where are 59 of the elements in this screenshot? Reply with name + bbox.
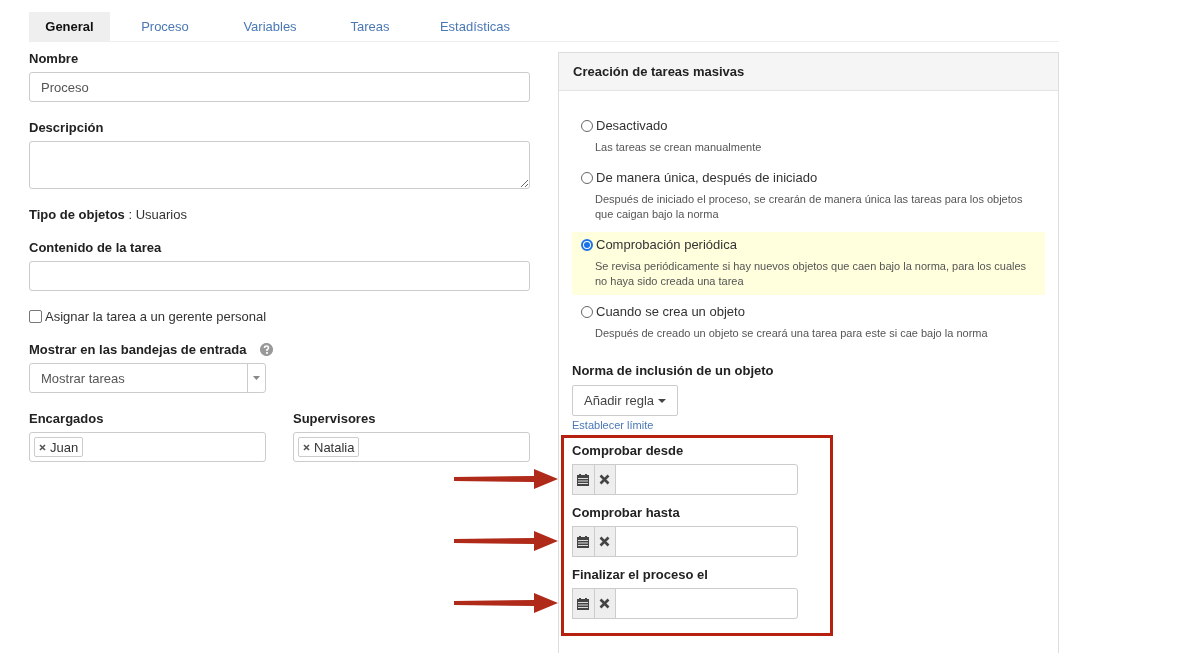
close-icon: [599, 474, 611, 485]
tab[interactable]: Variables: [220, 12, 320, 41]
field-label: Comprobar desde: [572, 443, 684, 458]
panel-title: Creación de tareas masivas: [559, 53, 1058, 91]
calendar-icon: [577, 473, 590, 486]
task-content-field[interactable]: [29, 261, 530, 291]
tab[interactable]: Estadísticas: [420, 12, 530, 41]
calendar-button[interactable]: [572, 526, 595, 557]
close-icon: [599, 536, 611, 547]
field-label: Norma de inclusión de un objeto: [572, 363, 774, 378]
field-label: Contenido de la tarea: [29, 240, 163, 255]
field-label: Descripción: [29, 120, 105, 135]
option-label: Comprobación periódica: [596, 237, 737, 252]
close-icon: [599, 598, 611, 609]
inbox-dropdown[interactable]: Mostrar tareas: [29, 363, 266, 393]
add-rule-button[interactable]: Añadir regla: [572, 385, 679, 416]
option-description: Se revisa periódicamente si hay nuevos objetos que caen bajo la norma, para los cuales no haya sido creada una tarea: [595, 259, 1028, 289]
tab[interactable]: Tareas: [330, 12, 410, 41]
set-limit-link[interactable]: Establecer límite: [572, 419, 1045, 431]
radio-button[interactable]: [581, 238, 593, 251]
calendar-button[interactable]: [572, 464, 595, 495]
tab[interactable]: General: [29, 12, 110, 41]
option-description: Las tareas se crean manualmente: [595, 140, 763, 155]
caret-icon: [253, 376, 260, 380]
field-label: Encargados: [29, 411, 104, 426]
tab[interactable]: Proceso: [120, 12, 210, 41]
calendar-icon: [577, 535, 590, 548]
remove-icon[interactable]: [303, 443, 310, 451]
object-type-value: : Usuarios: [128, 207, 187, 222]
calendar-button[interactable]: [572, 588, 595, 619]
calendar-icon: [577, 597, 590, 610]
field-label: Tipo de objetos: [29, 207, 125, 222]
checkbox-label: Asignar la tarea a un gerente personal: [45, 309, 267, 324]
field-label: Nombre: [29, 51, 80, 66]
option-label: De manera única, después de iniciado: [596, 170, 818, 185]
radio-button[interactable]: [581, 119, 593, 132]
field-label: Supervisores: [293, 411, 376, 426]
field-label: Finalizar el proceso el: [572, 567, 708, 582]
option-description: Después de iniciado el proceso, se crearán de manera única las tareas para los objetos que caigan bajo la norma: [595, 192, 1024, 222]
caret-icon: [658, 398, 667, 403]
date-field[interactable]: [615, 588, 798, 619]
radio-button[interactable]: [581, 171, 593, 184]
option-label: Desactivado: [596, 118, 668, 133]
user-tag: Juan: [34, 437, 84, 457]
tag-input-field[interactable]: Juan: [29, 432, 266, 462]
tag-input-field[interactable]: Natalia: [293, 432, 530, 462]
date-field[interactable]: [615, 526, 798, 557]
field-label: Comprobar hasta: [572, 505, 680, 520]
help-icon[interactable]: [260, 343, 274, 356]
remove-icon[interactable]: [39, 443, 46, 451]
option-description: Después de creado un objeto se creará una tarea para este si cae bajo la norma: [595, 326, 989, 341]
user-tag: Natalia: [298, 437, 360, 457]
date-field[interactable]: [615, 464, 798, 495]
option-label: Cuando se crea un objeto: [596, 304, 745, 319]
field-label: Mostrar en las bandejas de entrada: [29, 342, 247, 357]
checkbox[interactable]: [29, 310, 42, 323]
radio-button[interactable]: [581, 305, 593, 318]
name-field[interactable]: Proceso: [29, 72, 530, 102]
description-field[interactable]: [29, 141, 530, 189]
